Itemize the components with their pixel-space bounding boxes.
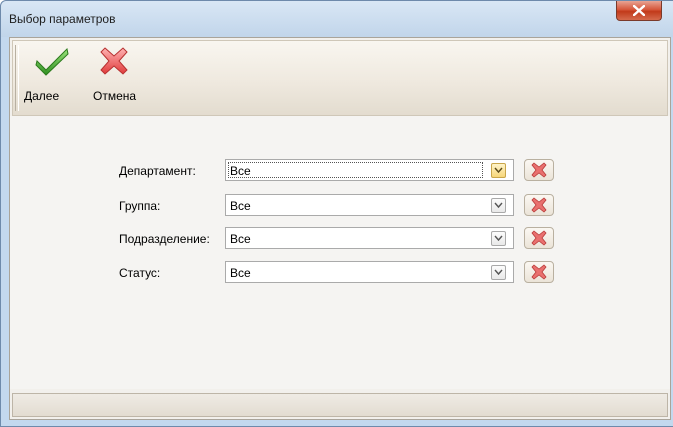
status-bar (12, 393, 668, 417)
status-value: Все (230, 266, 251, 280)
subdivision-clear-button[interactable] (524, 227, 554, 249)
group-clear-button[interactable] (524, 194, 554, 216)
clear-cross-icon (531, 162, 547, 178)
group-dropdown-button[interactable] (491, 198, 506, 213)
close-button[interactable] (616, 1, 662, 21)
green-checkmark-icon (35, 47, 69, 76)
focus-rectangle (228, 162, 483, 178)
department-dropdown-button[interactable] (491, 163, 506, 178)
cancel-button[interactable]: Отмена (85, 46, 141, 108)
toolbar-grip[interactable] (15, 45, 19, 111)
subdivision-value: Все (230, 232, 251, 246)
subdivision-dropdown-button[interactable] (491, 231, 506, 246)
subdivision-row: Подразделение: Все (10, 227, 670, 251)
status-label: Статус: (119, 266, 161, 280)
group-label: Группа: (119, 199, 161, 213)
clear-cross-icon (531, 197, 547, 213)
cancel-label: Отмена (93, 89, 137, 103)
department-value: Все (230, 164, 251, 178)
chevron-down-icon (494, 202, 503, 209)
chevron-down-icon (494, 269, 503, 276)
department-row: Департамент: Все (10, 159, 670, 183)
chevron-down-icon (494, 167, 503, 174)
dialog-content: Далее Отмена Департамент: Все Группа: Вс… (9, 37, 671, 420)
title-bar[interactable]: Выбор параметров (1, 1, 673, 37)
next-label: Далее (24, 89, 60, 103)
department-clear-button[interactable] (524, 159, 554, 181)
subdivision-combobox[interactable]: Все (225, 227, 514, 249)
group-combobox[interactable]: Все (225, 194, 514, 216)
red-cross-icon (100, 47, 128, 75)
close-icon (633, 5, 645, 16)
chevron-down-icon (494, 235, 503, 242)
clear-cross-icon (531, 230, 547, 246)
toolbar: Далее Отмена (12, 40, 668, 116)
subdivision-label: Подразделение: (119, 232, 210, 246)
group-value: Все (230, 199, 251, 213)
status-combobox[interactable]: Все (225, 261, 514, 283)
window-title: Выбор параметров (9, 12, 116, 26)
status-row: Статус: Все (10, 261, 670, 285)
next-button[interactable]: Далее (23, 46, 73, 108)
group-row: Группа: Все (10, 194, 670, 218)
dialog-window: Выбор параметров Далее Отмена Департамен… (0, 0, 673, 427)
status-clear-button[interactable] (524, 261, 554, 283)
department-combobox[interactable]: Все (225, 159, 514, 181)
clear-cross-icon (531, 264, 547, 280)
parameters-form: Департамент: Все Группа: Все Подразделен… (10, 116, 670, 389)
department-label: Департамент: (119, 164, 196, 178)
status-dropdown-button[interactable] (491, 265, 506, 280)
